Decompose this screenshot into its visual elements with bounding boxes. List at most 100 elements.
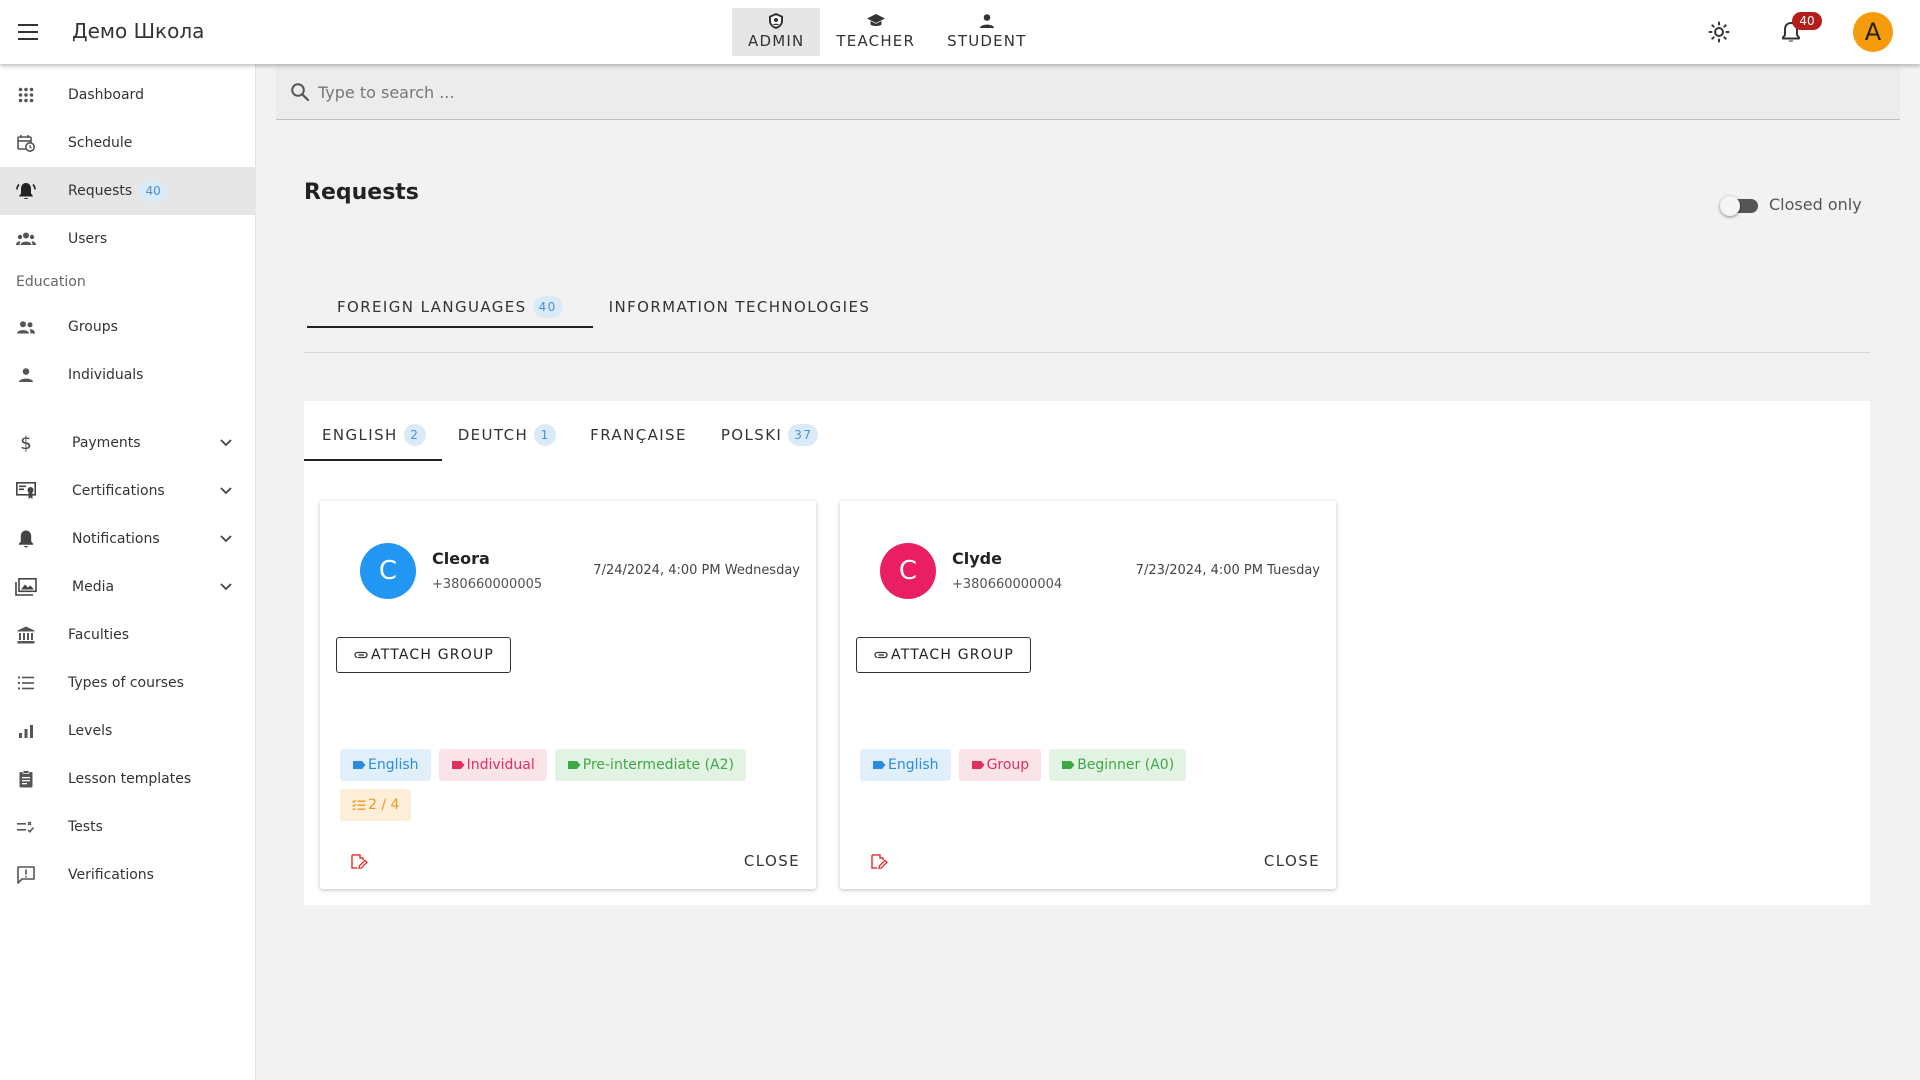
request-name: Cleora — [432, 549, 490, 568]
edit-note-icon[interactable] — [870, 853, 888, 871]
tag-label: English — [368, 757, 419, 773]
search-input[interactable] — [318, 64, 1878, 120]
user-avatar[interactable]: A — [1853, 12, 1893, 52]
tag-icon — [872, 759, 886, 771]
list-check-icon — [352, 799, 366, 811]
users-icon — [14, 227, 38, 251]
sidebar-item-label: Payments — [72, 435, 141, 451]
sidebar-item-label: Media — [72, 579, 115, 595]
sidebar-item-media[interactable]: Media — [0, 563, 256, 611]
role-student[interactable]: STUDENT — [931, 8, 1042, 56]
chevron-down-icon — [216, 433, 236, 453]
sidebar-item-levels[interactable]: Levels — [0, 707, 256, 755]
tag-label: Individual — [466, 757, 535, 773]
request-tags: English Group Beginner (A0) — [860, 749, 1320, 781]
language-tabs: ENGLISH 2 DEUTCH 1 FRANÇAISE POLSKI 37 — [304, 409, 836, 461]
page-title: Requests — [304, 180, 419, 205]
sidebar-item-label: Levels — [68, 723, 113, 739]
sidebar-item-faculties[interactable]: Faculties — [0, 611, 256, 659]
sidebar-item-label: Notifications — [72, 531, 160, 547]
role-admin[interactable]: ADMIN — [732, 8, 821, 56]
avatar: C — [360, 543, 416, 599]
sidebar-item-individuals[interactable]: Individuals — [0, 351, 256, 399]
tag-language: English — [340, 749, 431, 781]
tab-label: POLSKI — [720, 426, 783, 444]
tab-label: FOREIGN LANGUAGES — [337, 298, 527, 316]
tab-information-technologies[interactable]: INFORMATION TECHNOLOGIES — [593, 286, 901, 328]
dollar-icon: $ — [14, 431, 38, 455]
closed-only-toggle[interactable] — [1720, 196, 1760, 216]
checklist-icon — [14, 815, 38, 839]
sidebar-item-lesson-templates[interactable]: Lesson templates — [0, 755, 256, 803]
tag-icon — [1061, 759, 1075, 771]
notifications-badge: 40 — [1792, 12, 1822, 30]
sidebar-item-users[interactable]: Users — [0, 215, 256, 263]
tab-english[interactable]: ENGLISH 2 — [304, 409, 442, 461]
tab-francaise[interactable]: FRANÇAISE — [574, 409, 705, 461]
sidebar-item-dashboard[interactable]: Dashboard — [0, 71, 256, 119]
attach-group-label: ATTACH GROUP — [371, 647, 495, 663]
list-icon — [14, 671, 38, 695]
tag-label: English — [888, 757, 939, 773]
sidebar-item-certifications[interactable]: Certifications — [0, 467, 256, 515]
attach-group-button[interactable]: ATTACH GROUP — [336, 637, 512, 673]
sidebar-item-notifications[interactable]: Notifications — [0, 515, 256, 563]
tab-foreign-languages[interactable]: FOREIGN LANGUAGES 40 — [307, 286, 593, 328]
search-bar — [276, 64, 1900, 120]
tab-polski[interactable]: POLSKI 37 — [705, 409, 836, 461]
attach-group-button[interactable]: ATTACH GROUP — [856, 637, 1032, 673]
sidebar-item-groups[interactable]: Groups — [0, 303, 256, 351]
sidebar-item-verifications[interactable]: Verifications — [0, 851, 256, 899]
sidebar-item-label: Certifications — [72, 483, 165, 499]
tab-count-badge: 37 — [788, 424, 819, 446]
attach-group-label: ATTACH GROUP — [891, 647, 1015, 663]
tab-deutch[interactable]: DEUTCH 1 — [442, 409, 574, 461]
group-icon — [14, 315, 38, 339]
sidebar-item-types-of-courses[interactable]: Types of courses — [0, 659, 256, 707]
sidebar-item-requests[interactable]: Requests 40 — [0, 167, 256, 215]
request-date: 7/24/2024, 4:00 PM Wednesday — [593, 563, 800, 578]
tag-icon — [567, 759, 581, 771]
tab-count-badge: 1 — [534, 424, 557, 446]
sidebar-item-label: Users — [68, 231, 108, 247]
person-icon — [978, 12, 996, 30]
sidebar-item-schedule[interactable]: Schedule — [0, 119, 256, 167]
chevron-down-icon — [216, 481, 236, 501]
tag-level: Beginner (A0) — [1049, 749, 1187, 781]
comment-alert-icon — [14, 863, 38, 887]
requests-count-badge: 40 — [138, 180, 169, 202]
tag-level: Pre-intermediate (A2) — [554, 749, 747, 781]
paperclip-icon — [873, 647, 889, 663]
sidebar-item-label: Faculties — [68, 627, 130, 643]
paperclip-icon — [353, 647, 369, 663]
request-phone: +380660000005 — [432, 577, 543, 592]
sidebar-item-payments[interactable]: $ Payments — [0, 419, 256, 467]
sidebar-item-label: Schedule — [68, 135, 133, 151]
edit-note-icon[interactable] — [350, 853, 368, 871]
bell-icon — [14, 527, 38, 551]
sidebar-item-label: Verifications — [68, 867, 154, 883]
chevron-down-icon — [216, 529, 236, 549]
tag-icon — [451, 759, 465, 771]
tag-icon — [352, 759, 366, 771]
request-name: Clyde — [952, 549, 1002, 568]
requests-label: Requests — [68, 183, 133, 199]
close-request-button[interactable]: CLOSE — [1256, 845, 1320, 877]
tag-progress: 2 / 4 — [340, 789, 412, 821]
menu-icon[interactable] — [14, 18, 42, 46]
sidebar-item-label: Lesson templates — [68, 771, 192, 787]
building-icon — [14, 623, 38, 647]
tab-label: DEUTCH — [457, 426, 529, 444]
bar-chart-icon — [14, 719, 38, 743]
grid-icon — [14, 83, 38, 107]
sidebar-item-label: Groups — [68, 319, 118, 335]
request-card: C Cleora +380660000005 7/24/2024, 4:00 P… — [320, 501, 816, 889]
theme-toggle-icon[interactable] — [1705, 18, 1733, 46]
sidebar-item-tests[interactable]: Tests — [0, 803, 256, 851]
tab-count-badge: 2 — [403, 424, 426, 446]
close-request-button[interactable]: CLOSE — [736, 845, 800, 877]
request-phone: +380660000004 — [952, 577, 1063, 592]
role-teacher[interactable]: TEACHER — [820, 8, 931, 56]
role-switcher: ADMIN TEACHER STUDENT — [732, 8, 1043, 56]
tag-label: 2 / 4 — [368, 797, 400, 813]
